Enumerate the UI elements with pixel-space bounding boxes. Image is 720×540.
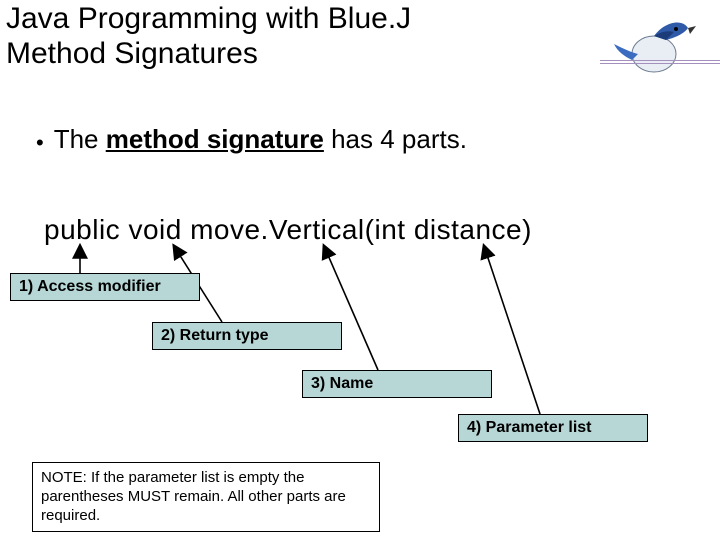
label-name: 3) Name xyxy=(302,370,492,398)
bullet-text: The method signature has 4 parts. xyxy=(54,124,467,155)
method-signature-code: public void move.Vertical(int distance) xyxy=(44,214,532,246)
title-line-2: Method Signatures xyxy=(6,37,526,72)
slide-title: Java Programming with Blue.J Method Sign… xyxy=(6,2,526,71)
bullet-dot-icon: • xyxy=(36,132,44,154)
bluej-logo xyxy=(604,4,696,80)
header-rule xyxy=(600,60,720,64)
slide: Java Programming with Blue.J Method Sign… xyxy=(0,0,720,540)
bluej-jay-icon xyxy=(604,4,696,80)
bullet-prefix: The xyxy=(54,124,106,154)
note-box: NOTE: If the parameter list is empty the… xyxy=(32,462,380,532)
bullet-suffix: has 4 parts. xyxy=(324,124,467,154)
callout-arrows xyxy=(0,0,720,540)
label-return-type: 2) Return type xyxy=(152,322,342,350)
title-line-1: Java Programming with Blue.J xyxy=(6,2,526,37)
bullet-line: • The method signature has 4 parts. xyxy=(36,124,467,155)
bullet-term: method signature xyxy=(106,124,324,154)
label-access-modifier: 1) Access modifier xyxy=(10,273,200,301)
label-parameter-list: 4) Parameter list xyxy=(458,414,648,442)
